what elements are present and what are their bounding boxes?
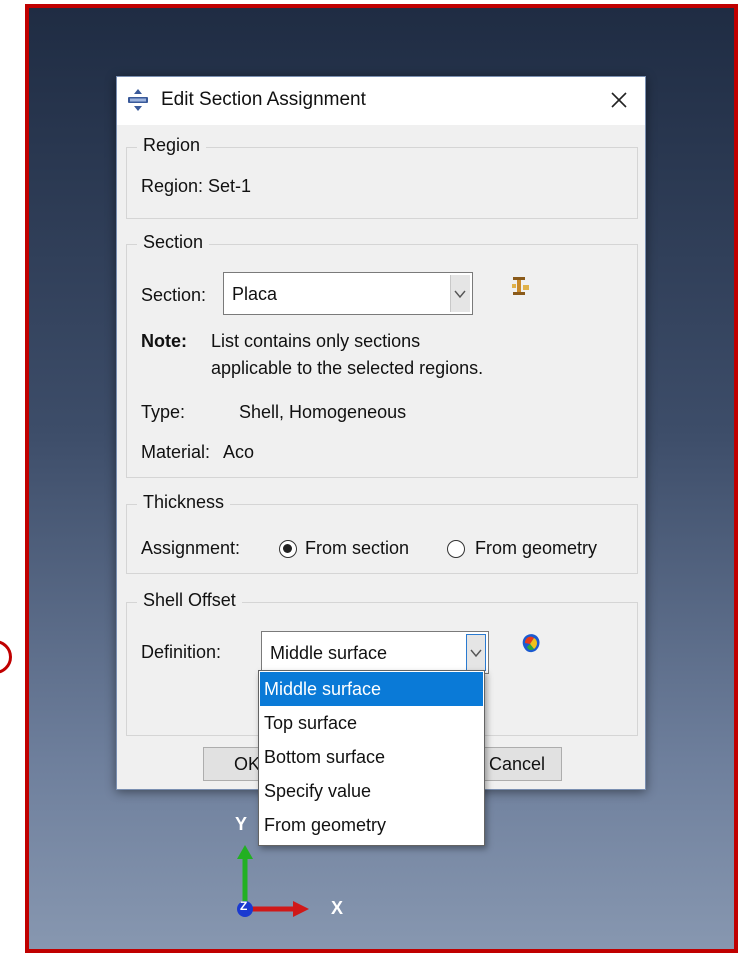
- triad-x-label: X: [331, 898, 344, 918]
- definition-dropdown-list: Middle surface Top surface Bottom surfac…: [258, 670, 485, 846]
- x-axis-arrow: [293, 901, 309, 917]
- option-bottom-surface[interactable]: Bottom surface: [260, 740, 483, 774]
- option-specify-value[interactable]: Specify value: [260, 774, 483, 808]
- annotation-circle-edge: [0, 640, 12, 674]
- viewport: Edit Section Assignment Region Region: S…: [25, 4, 738, 953]
- section-combo-arrow[interactable]: [450, 275, 470, 312]
- definition-label: Definition:: [141, 642, 222, 662]
- title-bar[interactable]: Edit Section Assignment: [117, 77, 645, 125]
- note-line2: applicable to the selected regions.: [211, 358, 484, 378]
- from-geometry-label[interactable]: From geometry: [475, 538, 597, 559]
- from-geometry-radio[interactable]: [447, 540, 465, 558]
- region-group: Region Region: Set-1: [126, 135, 638, 219]
- section-combo-value: Placa: [232, 284, 278, 304]
- close-button[interactable]: [605, 86, 633, 114]
- region-text: Region: Set-1: [141, 176, 252, 196]
- close-icon: [611, 92, 627, 108]
- triad-y-label: Y: [235, 814, 248, 834]
- thickness-group: Thickness Assignment: From section From …: [126, 492, 638, 574]
- material-label: Material:: [141, 442, 211, 462]
- chevron-down-icon: [470, 649, 482, 657]
- option-from-geometry[interactable]: From geometry: [260, 808, 483, 842]
- section-label: Section:: [141, 285, 207, 305]
- abaqus-app-icon: [128, 89, 148, 111]
- note-line1: List contains only sections: [211, 331, 421, 351]
- definition-combo-arrow[interactable]: [466, 634, 486, 671]
- section-legend: Section: [137, 232, 210, 253]
- dialog-title: Edit Section Assignment: [161, 89, 366, 110]
- option-middle-surface[interactable]: Middle surface: [260, 672, 483, 706]
- from-section-radio[interactable]: [279, 540, 297, 558]
- chevron-down-icon: [454, 290, 466, 298]
- triad-z-label: Z: [240, 899, 248, 913]
- assignment-label: Assignment:: [141, 538, 241, 558]
- type-value: Shell, Homogeneous: [239, 402, 407, 422]
- shell-offset-legend: Shell Offset: [137, 590, 242, 611]
- y-axis-arrow: [237, 845, 253, 859]
- section-group: Section Section: Placa Note: List contai…: [126, 232, 638, 478]
- from-section-label[interactable]: From section: [305, 538, 409, 559]
- region-legend: Region: [137, 135, 207, 156]
- thickness-legend: Thickness: [137, 492, 231, 513]
- section-manager-icon[interactable]: [510, 275, 532, 299]
- note-label: Note:: [141, 331, 187, 351]
- definition-combo[interactable]: Middle surface: [261, 631, 489, 674]
- render-offset-icon[interactable]: [519, 631, 543, 655]
- material-value: Aco: [223, 442, 255, 462]
- section-combo[interactable]: Placa: [223, 272, 473, 315]
- option-top-surface[interactable]: Top surface: [260, 706, 483, 740]
- definition-combo-value: Middle surface: [270, 643, 388, 663]
- type-label: Type:: [141, 402, 186, 422]
